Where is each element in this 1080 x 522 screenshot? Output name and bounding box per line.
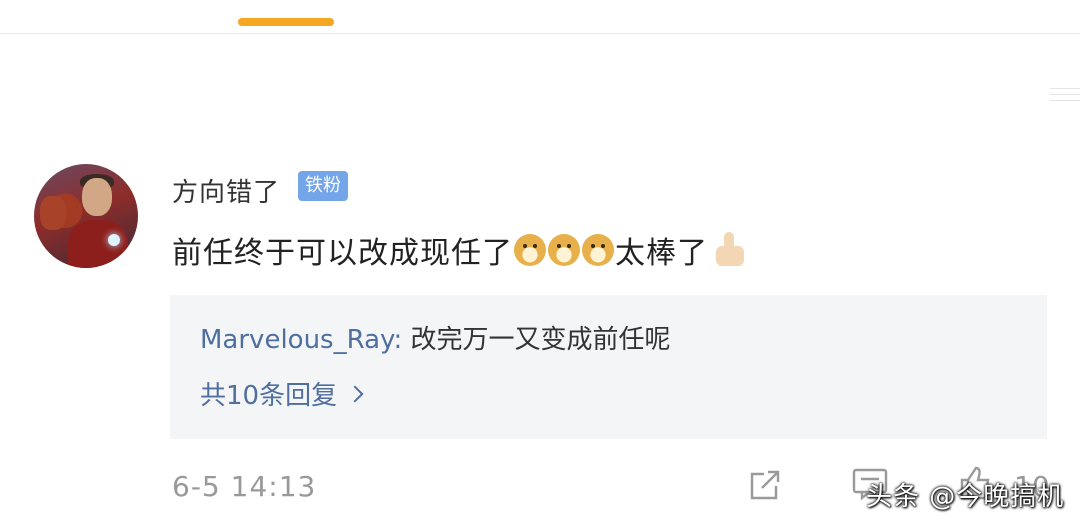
reply-count-label: 共10条回复	[200, 381, 338, 411]
comment-username[interactable]: 方向错了	[172, 172, 280, 209]
comment-timestamp: 6-5 14:13	[172, 470, 317, 503]
comment-screen: 方向错了 铁粉 前任终于可以改成现任了 太棒了 Marvelous_Ray: 改…	[0, 0, 1080, 522]
reply-text: 改完万一又变成前任呢	[410, 325, 671, 355]
chevron-right-icon	[346, 385, 364, 402]
avatar[interactable]	[34, 164, 138, 268]
share-icon[interactable]	[748, 470, 782, 502]
doge-emoji-icon	[582, 234, 614, 266]
doge-emoji-icon	[514, 234, 546, 266]
view-replies-link[interactable]: 共10条回复	[200, 375, 364, 412]
comment-text-main: 前任终于可以改成现任了	[172, 236, 513, 271]
comment-body: 前任终于可以改成现任了 太棒了	[172, 228, 746, 272]
reply-preview-line: Marvelous_Ray: 改完万一又变成前任呢	[200, 319, 671, 356]
reply-preview-box[interactable]: Marvelous_Ray: 改完万一又变成前任呢 共10条回复	[170, 295, 1047, 439]
menu-lines-icon	[1050, 88, 1080, 116]
thumbs-up-emoji-icon	[712, 232, 746, 268]
reply-username[interactable]: Marvelous_Ray	[200, 325, 394, 355]
divider	[0, 33, 1080, 34]
reply-separator: :	[393, 325, 411, 355]
doge-emoji-icon	[548, 234, 580, 266]
watermark: 头条 @今晚搞机	[866, 482, 1065, 512]
fan-badge: 铁粉	[298, 171, 348, 201]
tab-indicator	[238, 18, 334, 26]
comment-text-after: 太棒了	[615, 236, 708, 271]
